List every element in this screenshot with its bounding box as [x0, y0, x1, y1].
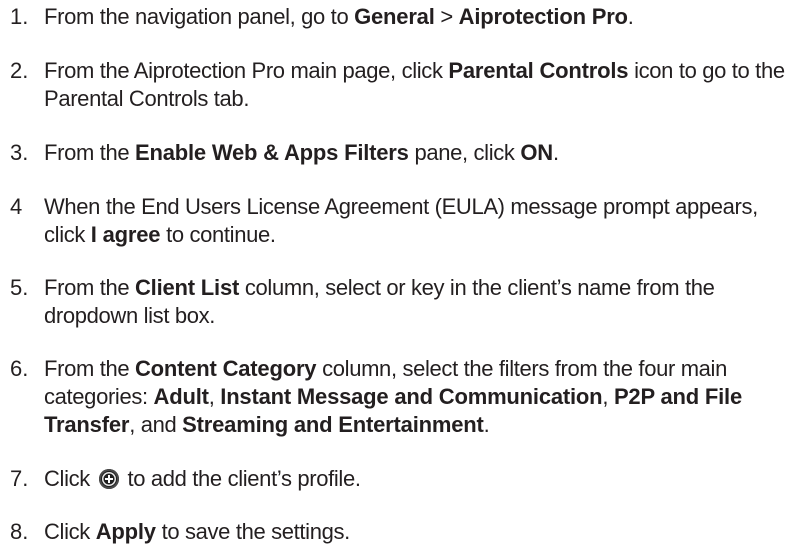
- step-text: Click Apply to save the settings.: [44, 519, 350, 544]
- step-number: 7.: [10, 466, 29, 491]
- label-on: ON: [520, 140, 553, 165]
- step-number: 2.: [10, 58, 29, 83]
- label-parental-controls: Parental Controls: [448, 58, 629, 83]
- label-content-category: Content Category: [134, 356, 317, 381]
- step-text: Click to add the client’s profile.: [44, 466, 361, 491]
- category-adult: Adult: [153, 384, 209, 409]
- menu-aiprotection-pro: Aiprotection Pro: [458, 4, 628, 29]
- menu-general: General: [354, 4, 435, 29]
- step-text: From the Enable Web & Apps Filters pane,…: [44, 140, 559, 165]
- step-number: 8.: [10, 519, 29, 544]
- category-instant-message: Instant Message and Communication: [220, 384, 603, 409]
- step-number: 6.: [10, 356, 29, 381]
- step-number: 1.: [10, 4, 29, 29]
- label-apply: Apply: [95, 519, 156, 544]
- label-i-agree: I agree: [90, 222, 161, 247]
- label-client-list: Client List: [134, 275, 240, 300]
- instruction-steps: 1. From the navigation panel, go to Gene…: [0, 0, 792, 560]
- step-text: From the navigation panel, go to General…: [44, 4, 634, 29]
- step-number: 4: [10, 194, 23, 219]
- step-text: When the End Users License Agreement (EU…: [44, 194, 758, 247]
- step-text: From the Aiprotection Pro main page, cli…: [44, 58, 785, 111]
- step-text: From the Content Category column, select…: [44, 356, 742, 437]
- label-enable-web-apps-filters: Enable Web & Apps Filters: [134, 140, 409, 165]
- step-number: 5.: [10, 275, 29, 300]
- step-text: From the Client List column, select or k…: [44, 275, 715, 328]
- step-number: 3.: [10, 140, 29, 165]
- circled-plus-icon: [98, 469, 119, 489]
- category-streaming-entertainment: Streaming and Entertainment: [182, 412, 484, 437]
